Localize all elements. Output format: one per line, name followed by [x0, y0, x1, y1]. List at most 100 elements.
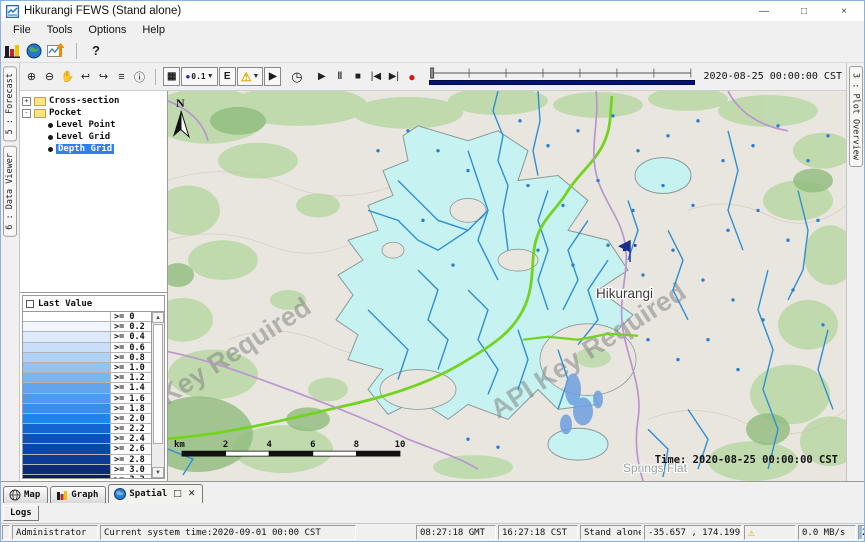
legend-row: >= 2.0 [23, 414, 151, 424]
logs-button[interactable]: Logs [3, 505, 39, 521]
close-button[interactable]: × [824, 1, 864, 21]
zoom-previous-icon[interactable]: ↩ [77, 68, 94, 86]
legend-row: >= 2.6 [23, 444, 151, 454]
stop-button[interactable]: ■ [349, 68, 366, 86]
legend-value-label: >= 3.0 [111, 465, 151, 474]
layer-bullet-icon [48, 147, 53, 152]
info-icon[interactable]: ⓘ [131, 68, 148, 86]
layer-bullet-icon [48, 135, 53, 140]
zoom-in-icon[interactable]: ⊕ [23, 68, 40, 86]
legend-value-label: >= 1.2 [111, 373, 151, 382]
status-bar: Administrator Current system time:2020-0… [1, 523, 864, 541]
legend-value-label: >= 0 [111, 312, 151, 321]
legend-row: >= 0.8 [23, 353, 151, 363]
dropdown-caret-icon: ▼ [252, 73, 259, 80]
animation-speed-icon[interactable]: ◷ [288, 68, 305, 86]
record-button[interactable]: ● [403, 68, 420, 86]
step-forward-button[interactable]: ▶| [385, 68, 402, 86]
legend-row: >= 0.4 [23, 332, 151, 342]
tree-node-level-grid[interactable]: Level Grid [48, 131, 165, 143]
legend-color-swatch [23, 383, 111, 392]
legend-color-swatch [23, 404, 111, 413]
tree-node-level-point[interactable]: Level Point [48, 119, 165, 131]
svg-text:km: km [174, 440, 185, 450]
tree-node-pocket[interactable]: - Pocket [22, 107, 165, 119]
menu-file[interactable]: File [5, 23, 39, 37]
legend-value-label: >= 2.4 [111, 434, 151, 443]
status-network-rate: 0.0 MB/s [798, 525, 856, 540]
tab-data-viewer[interactable]: 6 : Data Viewer [3, 146, 17, 237]
status-grip [2, 525, 10, 540]
menu-options[interactable]: Options [80, 23, 134, 37]
zoom-next-icon[interactable]: ↪ [95, 68, 112, 86]
help-button[interactable]: ? [88, 43, 104, 58]
main-toolbar: ? [1, 39, 864, 63]
timeline-slider[interactable] [429, 66, 694, 88]
tab-spatial[interactable]: Spatial □ ✕ [108, 484, 203, 503]
bottom-tab-bar: Map Graph Spatial □ ✕ [1, 481, 864, 503]
tab-maximize-icon[interactable]: □ [173, 489, 182, 499]
export-timeseries-icon[interactable] [47, 43, 65, 59]
elevation-button[interactable]: E [219, 67, 236, 86]
flood-lobe [635, 158, 691, 194]
expand-icon[interactable]: + [22, 97, 31, 106]
last-value-checkbox[interactable] [26, 300, 34, 308]
legend-row: >= 1.6 [23, 394, 151, 404]
svg-text:N: N [176, 96, 185, 110]
legend-color-swatch [23, 455, 111, 464]
pan-icon[interactable]: ✋ [59, 68, 76, 86]
status-mode: Stand alone [580, 525, 642, 540]
legend-color-swatch [23, 363, 111, 372]
layers-icon[interactable]: ≡ [113, 68, 130, 86]
minimize-button[interactable]: — [744, 1, 784, 21]
status-memory: 2.5 GB [858, 525, 865, 540]
tab-map[interactable]: Map [3, 486, 48, 503]
timeline-ticks [429, 66, 694, 79]
tab-forecast[interactable]: 5 : Forecast [3, 66, 17, 141]
globe-icon[interactable] [26, 43, 42, 59]
tree-label: Level Point [56, 120, 116, 130]
legend-row: >= 1.8 [23, 404, 151, 414]
legend-color-swatch [23, 343, 111, 352]
svg-text:10: 10 [395, 440, 406, 450]
maximize-button[interactable]: □ [784, 1, 824, 21]
scroll-up-icon[interactable]: ▲ [152, 312, 164, 323]
tab-label: Graph [71, 490, 98, 500]
legend-value-label: >= 1.4 [111, 383, 151, 392]
legend-color-swatch [23, 332, 111, 341]
map-canvas[interactable]: API Key Required API Key Required [168, 91, 846, 481]
tab-close-icon[interactable]: ✕ [188, 489, 196, 499]
status-coordinates: -35.657 , 174.199 [644, 525, 742, 540]
legend-value-label: >= 0.6 [111, 343, 151, 352]
warning-threshold-button[interactable]: ⚠▼ [237, 67, 264, 86]
collapse-icon[interactable]: - [22, 109, 31, 118]
database-display-icon[interactable] [4, 43, 21, 59]
tab-plot-overview[interactable]: 3 : Plot Overview [849, 66, 863, 167]
legend-color-swatch [23, 475, 111, 478]
step-back-button[interactable]: |◀ [367, 68, 384, 86]
menu-tools[interactable]: Tools [39, 23, 81, 37]
status-warning-cell[interactable]: ⚠ [744, 525, 796, 540]
zoom-out-icon[interactable]: ⊖ [41, 68, 58, 86]
scroll-thumb[interactable] [153, 324, 163, 444]
logs-row: Logs [1, 503, 864, 523]
bar-chart-icon [56, 489, 68, 501]
svg-text:2: 2 [223, 440, 228, 450]
tree-label-selected: Depth Grid [56, 144, 114, 154]
svg-text:6: 6 [310, 440, 315, 450]
menu-help[interactable]: Help [134, 23, 173, 37]
tree-node-cross-section[interactable]: + Cross-section [22, 95, 165, 107]
pause-button[interactable]: ‖ [331, 68, 348, 86]
status-gmt-time: 08:27:18 GMT [416, 525, 496, 540]
grid-display-button[interactable]: ▦ [163, 67, 180, 86]
movie-export-button[interactable]: ▶ [264, 67, 281, 86]
classbreak-threshold-button[interactable]: ●0.1▼ [181, 67, 217, 86]
legend-row: >= 3.2 [23, 475, 151, 478]
svg-text:4: 4 [266, 440, 271, 450]
legend-scrollbar[interactable]: ▲ ▼ [151, 312, 164, 478]
tab-graph[interactable]: Graph [50, 486, 106, 503]
legend-color-swatch [23, 373, 111, 382]
scroll-down-icon[interactable]: ▼ [152, 467, 164, 478]
play-button[interactable]: ▶ [313, 68, 330, 86]
tree-node-depth-grid[interactable]: Depth Grid [48, 143, 165, 155]
